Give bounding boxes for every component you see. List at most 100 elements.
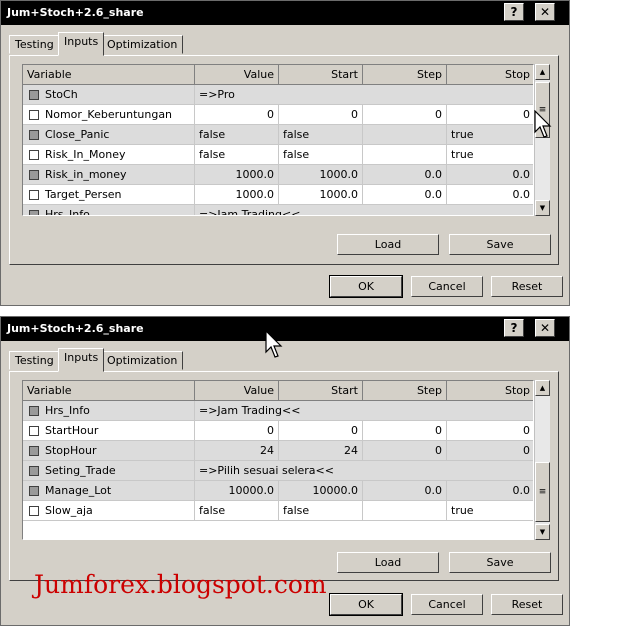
save-button[interactable]: Save xyxy=(449,234,551,255)
variable-cell[interactable]: Close_Panic xyxy=(23,125,195,145)
start-cell[interactable]: 0 xyxy=(279,105,363,125)
table-row[interactable]: StartHour 0 0 0 0 xyxy=(23,421,533,441)
stop-cell[interactable]: 0.0 xyxy=(447,165,533,185)
help-button[interactable]: ? xyxy=(504,3,524,21)
value-cell[interactable]: 24 xyxy=(195,441,279,461)
value-cell[interactable]: =>Pilih sesuai selera<< xyxy=(195,461,533,481)
tab-optimization[interactable]: Optimization xyxy=(101,351,184,370)
value-cell[interactable]: 0 xyxy=(195,105,279,125)
optimize-checkbox[interactable] xyxy=(29,190,39,200)
step-cell[interactable]: 0.0 xyxy=(363,481,447,501)
cancel-button[interactable]: Cancel xyxy=(411,594,483,615)
step-cell[interactable]: 0 xyxy=(363,421,447,441)
reset-button[interactable]: Reset xyxy=(491,594,563,615)
step-cell[interactable]: 0.0 xyxy=(363,185,447,205)
value-cell[interactable]: 0 xyxy=(195,421,279,441)
optimize-checkbox[interactable] xyxy=(29,170,39,180)
table-row[interactable]: Hrs_Info =>Jam Trading<< xyxy=(23,205,533,215)
start-cell[interactable]: 10000.0 xyxy=(279,481,363,501)
step-cell[interactable]: 0 xyxy=(363,441,447,461)
value-cell[interactable]: false xyxy=(195,125,279,145)
scroll-thumb[interactable]: ≡ xyxy=(535,462,550,522)
table-row[interactable]: Risk_In_Money false false true xyxy=(23,145,533,165)
stop-cell[interactable]: 0 xyxy=(447,421,533,441)
tab-testing[interactable]: Testing xyxy=(9,35,60,54)
variable-cell[interactable]: Risk_in_money xyxy=(23,165,195,185)
header-step[interactable]: Step xyxy=(363,65,447,85)
stop-cell[interactable]: 0.0 xyxy=(447,481,533,501)
stop-cell[interactable]: true xyxy=(447,145,533,165)
save-button[interactable]: Save xyxy=(449,552,551,573)
value-cell[interactable]: 10000.0 xyxy=(195,481,279,501)
header-value[interactable]: Value xyxy=(195,381,279,401)
optimize-checkbox[interactable] xyxy=(29,506,39,516)
optimize-checkbox[interactable] xyxy=(29,210,39,215)
start-cell[interactable]: false xyxy=(279,145,363,165)
optimize-checkbox[interactable] xyxy=(29,150,39,160)
optimize-checkbox[interactable] xyxy=(29,486,39,496)
variable-cell[interactable]: Nomor_Keberuntungan xyxy=(23,105,195,125)
optimize-checkbox[interactable] xyxy=(29,466,39,476)
reset-button[interactable]: Reset xyxy=(491,276,563,297)
tab-testing[interactable]: Testing xyxy=(9,351,60,370)
value-cell[interactable]: 1000.0 xyxy=(195,185,279,205)
table-row[interactable]: Close_Panic false false true xyxy=(23,125,533,145)
optimize-checkbox[interactable] xyxy=(29,110,39,120)
start-cell[interactable]: 24 xyxy=(279,441,363,461)
table-row[interactable]: Target_Persen 1000.0 1000.0 0.0 0.0 xyxy=(23,185,533,205)
table-row[interactable]: Hrs_Info =>Jam Trading<< xyxy=(23,401,533,421)
step-cell[interactable] xyxy=(363,501,447,521)
header-stop[interactable]: Stop xyxy=(447,381,533,401)
variable-cell[interactable]: StartHour xyxy=(23,421,195,441)
table-row[interactable]: Slow_aja false false true xyxy=(23,501,533,521)
stop-cell[interactable]: 0 xyxy=(447,441,533,461)
stop-cell[interactable]: true xyxy=(447,501,533,521)
step-cell[interactable] xyxy=(363,125,447,145)
optimize-checkbox[interactable] xyxy=(29,90,39,100)
value-cell[interactable]: =>Jam Trading<< xyxy=(195,401,533,421)
tab-optimization[interactable]: Optimization xyxy=(101,35,184,54)
close-button[interactable]: ✕ xyxy=(535,3,555,21)
value-cell[interactable]: false xyxy=(195,145,279,165)
header-variable[interactable]: Variable xyxy=(23,381,195,401)
step-cell[interactable]: 0.0 xyxy=(363,165,447,185)
load-button[interactable]: Load xyxy=(337,552,439,573)
variable-cell[interactable]: StoCh xyxy=(23,85,195,105)
scroll-down-arrow-icon[interactable]: ▼ xyxy=(535,524,550,540)
variable-cell[interactable]: Manage_Lot xyxy=(23,481,195,501)
table-row[interactable]: Seting_Trade =>Pilih sesuai selera<< xyxy=(23,461,533,481)
variable-cell[interactable]: Risk_In_Money xyxy=(23,145,195,165)
stop-cell[interactable]: 0 xyxy=(447,105,533,125)
tab-inputs[interactable]: Inputs xyxy=(58,348,105,372)
step-cell[interactable] xyxy=(363,145,447,165)
value-cell[interactable]: =>Pro xyxy=(195,85,533,105)
start-cell[interactable]: false xyxy=(279,501,363,521)
header-variable[interactable]: Variable xyxy=(23,65,195,85)
header-stop[interactable]: Stop xyxy=(447,65,533,85)
header-start[interactable]: Start xyxy=(279,381,363,401)
value-cell[interactable]: 1000.0 xyxy=(195,165,279,185)
variable-cell[interactable]: Hrs_Info xyxy=(23,205,195,215)
title-bar[interactable]: Jum+Stoch+2.6_share ? ✕ xyxy=(1,1,569,25)
start-cell[interactable]: 0 xyxy=(279,421,363,441)
list-scrollbar[interactable]: ▲ ≡ ▼ xyxy=(534,380,550,540)
title-bar[interactable]: Jum+Stoch+2.6_share ? ✕ xyxy=(1,317,569,341)
ok-button[interactable]: OK xyxy=(329,275,403,298)
table-row[interactable]: StopHour 24 24 0 0 xyxy=(23,441,533,461)
value-cell[interactable]: =>Jam Trading<< xyxy=(195,205,533,215)
table-row[interactable]: Nomor_Keberuntungan 0 0 0 0 xyxy=(23,105,533,125)
optimize-checkbox[interactable] xyxy=(29,426,39,436)
variable-cell[interactable]: Seting_Trade xyxy=(23,461,195,481)
scroll-up-arrow-icon[interactable]: ▲ xyxy=(535,380,550,396)
optimize-checkbox[interactable] xyxy=(29,446,39,456)
header-value[interactable]: Value xyxy=(195,65,279,85)
optimize-checkbox[interactable] xyxy=(29,406,39,416)
close-button[interactable]: ✕ xyxy=(535,319,555,337)
variable-cell[interactable]: Hrs_Info xyxy=(23,401,195,421)
load-button[interactable]: Load xyxy=(337,234,439,255)
step-cell[interactable]: 0 xyxy=(363,105,447,125)
header-start[interactable]: Start xyxy=(279,65,363,85)
table-row[interactable]: Risk_in_money 1000.0 1000.0 0.0 0.0 xyxy=(23,165,533,185)
header-step[interactable]: Step xyxy=(363,381,447,401)
variable-cell[interactable]: Target_Persen xyxy=(23,185,195,205)
